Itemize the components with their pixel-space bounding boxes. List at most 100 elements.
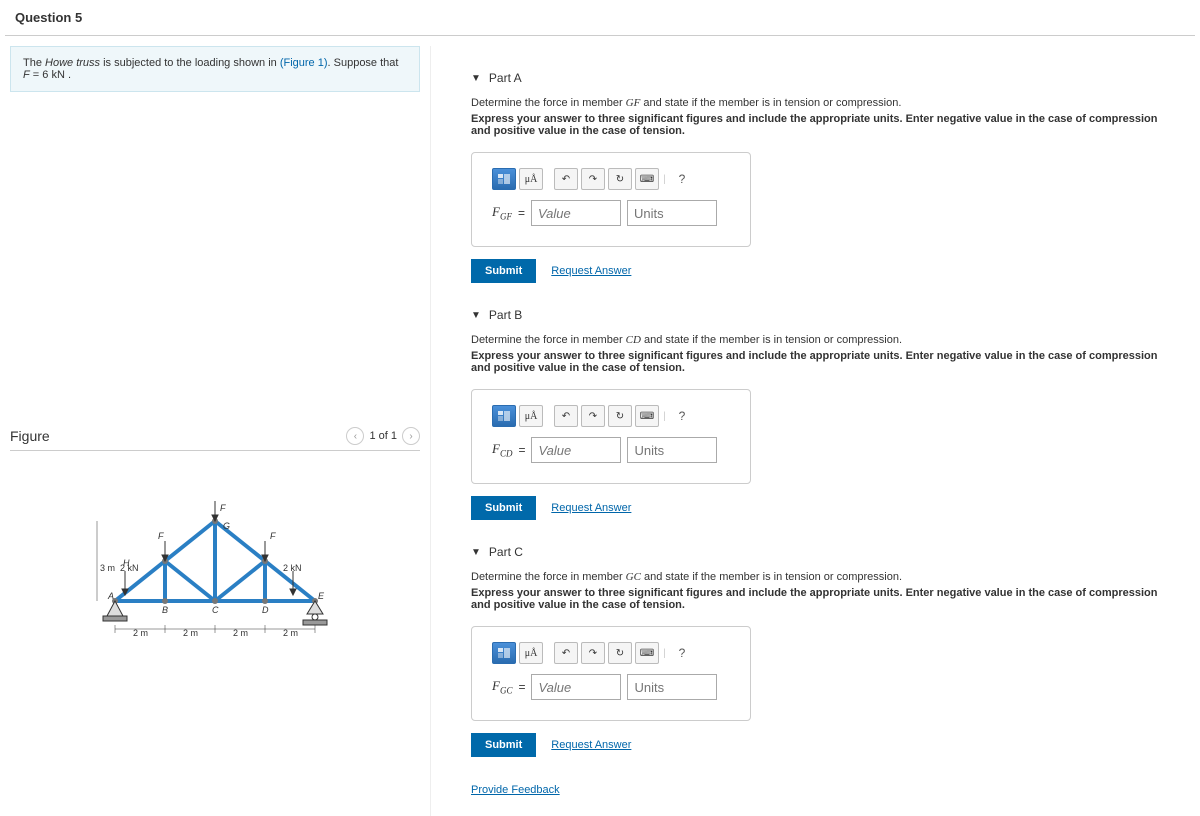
input-row: FGF = — [492, 200, 730, 226]
answer-toolbar: μÅ↶↷↻⌨|? — [492, 168, 730, 190]
help-button[interactable]: ? — [670, 642, 694, 664]
special-char-button[interactable]: μÅ — [519, 168, 543, 190]
answer-box: μÅ↶↷↻⌨|?FGF = — [471, 152, 751, 247]
submit-button[interactable]: Submit — [471, 259, 536, 283]
equals: = — [518, 206, 525, 220]
reset-button[interactable]: ↻ — [608, 405, 632, 427]
svg-text:E: E — [318, 591, 325, 601]
part-title: Part C — [489, 545, 523, 559]
right-panel: ▼ Part A Determine the force in member GF … — [430, 46, 1200, 816]
keyboard-button[interactable]: ⌨ — [635, 168, 659, 190]
special-char-button[interactable]: μÅ — [519, 405, 543, 427]
svg-text:D: D — [262, 605, 269, 615]
part-header[interactable]: ▼ Part C — [471, 545, 1180, 559]
units-input[interactable] — [627, 674, 717, 700]
variable-label: FCD — [492, 441, 512, 459]
redo-button[interactable]: ↷ — [581, 642, 605, 664]
part-description: Determine the force in member GC and sta… — [471, 571, 1180, 583]
svg-text:2 m: 2 m — [183, 628, 198, 638]
help-button[interactable]: ? — [670, 168, 694, 190]
provide-feedback-link[interactable]: Provide Feedback — [471, 784, 560, 796]
next-figure-button[interactable]: › — [402, 427, 420, 445]
part-instructions: Express your answer to three significant… — [471, 113, 1180, 137]
svg-text:2 kN: 2 kN — [283, 563, 302, 573]
figure-header: Figure ‹ 1 of 1 › — [10, 422, 420, 451]
keyboard-button[interactable]: ⌨ — [635, 405, 659, 427]
text: is subjected to the loading shown in — [100, 57, 280, 69]
undo-button[interactable]: ↶ — [554, 168, 578, 190]
undo-button[interactable]: ↶ — [554, 642, 578, 664]
value-input[interactable] — [531, 200, 621, 226]
part-instructions: Express your answer to three significant… — [471, 350, 1180, 374]
reset-button[interactable]: ↻ — [608, 168, 632, 190]
submit-button[interactable]: Submit — [471, 733, 536, 757]
svg-text:F: F — [220, 503, 226, 513]
svg-text:2 m: 2 m — [133, 628, 148, 638]
caret-down-icon: ▼ — [471, 73, 481, 84]
value-input[interactable] — [531, 437, 621, 463]
svg-text:G: G — [223, 521, 230, 531]
svg-text:3 m: 3 m — [100, 563, 115, 573]
value-input[interactable] — [531, 674, 621, 700]
caret-down-icon: ▼ — [471, 310, 481, 321]
svg-text:2 m: 2 m — [233, 628, 248, 638]
special-char-button[interactable]: μÅ — [519, 642, 543, 664]
submit-row: Submit Request Answer — [471, 733, 1180, 757]
left-panel: The Howe truss is subjected to the loadi… — [0, 46, 430, 816]
redo-button[interactable]: ↷ — [581, 168, 605, 190]
template-icon[interactable] — [492, 642, 516, 664]
figure-image: 3 m 2 kN H F F G F 2 kN A B C D E 2 m2 m… — [10, 451, 420, 674]
reset-button[interactable]: ↻ — [608, 642, 632, 664]
variable-label: FGF — [492, 204, 512, 222]
text: = 6 kN . — [30, 69, 71, 81]
pager-text: 1 of 1 — [369, 430, 397, 442]
part-title: Part A — [489, 71, 522, 85]
var-F: F — [23, 69, 30, 81]
template-icon[interactable] — [492, 168, 516, 190]
part-instructions: Express your answer to three significant… — [471, 587, 1180, 611]
figure-link[interactable]: (Figure 1) — [280, 57, 328, 69]
divider — [5, 35, 1195, 36]
answer-toolbar: μÅ↶↷↻⌨|? — [492, 405, 730, 427]
variable-label: FGC — [492, 678, 512, 696]
svg-text:C: C — [212, 605, 219, 615]
part-header[interactable]: ▼ Part A — [471, 71, 1180, 85]
input-row: FGC = — [492, 674, 730, 700]
undo-button[interactable]: ↶ — [554, 405, 578, 427]
caret-down-icon: ▼ — [471, 547, 481, 558]
submit-row: Submit Request Answer — [471, 259, 1180, 283]
part-description: Determine the force in member CD and sta… — [471, 334, 1180, 346]
figure-title: Figure — [10, 428, 50, 444]
question-title: Question 5 — [0, 0, 1200, 35]
part-description: Determine the force in member GF and sta… — [471, 97, 1180, 109]
equals: = — [518, 680, 525, 694]
answer-toolbar: μÅ↶↷↻⌨|? — [492, 642, 730, 664]
problem-statement: The Howe truss is subjected to the loadi… — [10, 46, 420, 92]
svg-text:F: F — [270, 531, 276, 541]
help-button[interactable]: ? — [670, 405, 694, 427]
redo-button[interactable]: ↷ — [581, 405, 605, 427]
answer-box: μÅ↶↷↻⌨|?FCD = — [471, 389, 751, 484]
text: . Suppose that — [328, 57, 399, 69]
truss-name: Howe truss — [45, 57, 100, 69]
request-answer-link[interactable]: Request Answer — [551, 502, 631, 514]
units-input[interactable] — [627, 437, 717, 463]
input-row: FCD = — [492, 437, 730, 463]
svg-text:B: B — [162, 605, 168, 615]
prev-figure-button[interactable]: ‹ — [346, 427, 364, 445]
part-title: Part B — [489, 308, 522, 322]
keyboard-button[interactable]: ⌨ — [635, 642, 659, 664]
request-answer-link[interactable]: Request Answer — [551, 265, 631, 277]
equals: = — [518, 443, 525, 457]
units-input[interactable] — [627, 200, 717, 226]
part-header[interactable]: ▼ Part B — [471, 308, 1180, 322]
svg-text:A: A — [107, 591, 114, 601]
svg-text:2 m: 2 m — [283, 628, 298, 638]
text: The — [23, 57, 45, 69]
svg-text:F: F — [158, 531, 164, 541]
template-icon[interactable] — [492, 405, 516, 427]
figure-pager: ‹ 1 of 1 › — [346, 427, 420, 445]
request-answer-link[interactable]: Request Answer — [551, 739, 631, 751]
submit-row: Submit Request Answer — [471, 496, 1180, 520]
submit-button[interactable]: Submit — [471, 496, 536, 520]
